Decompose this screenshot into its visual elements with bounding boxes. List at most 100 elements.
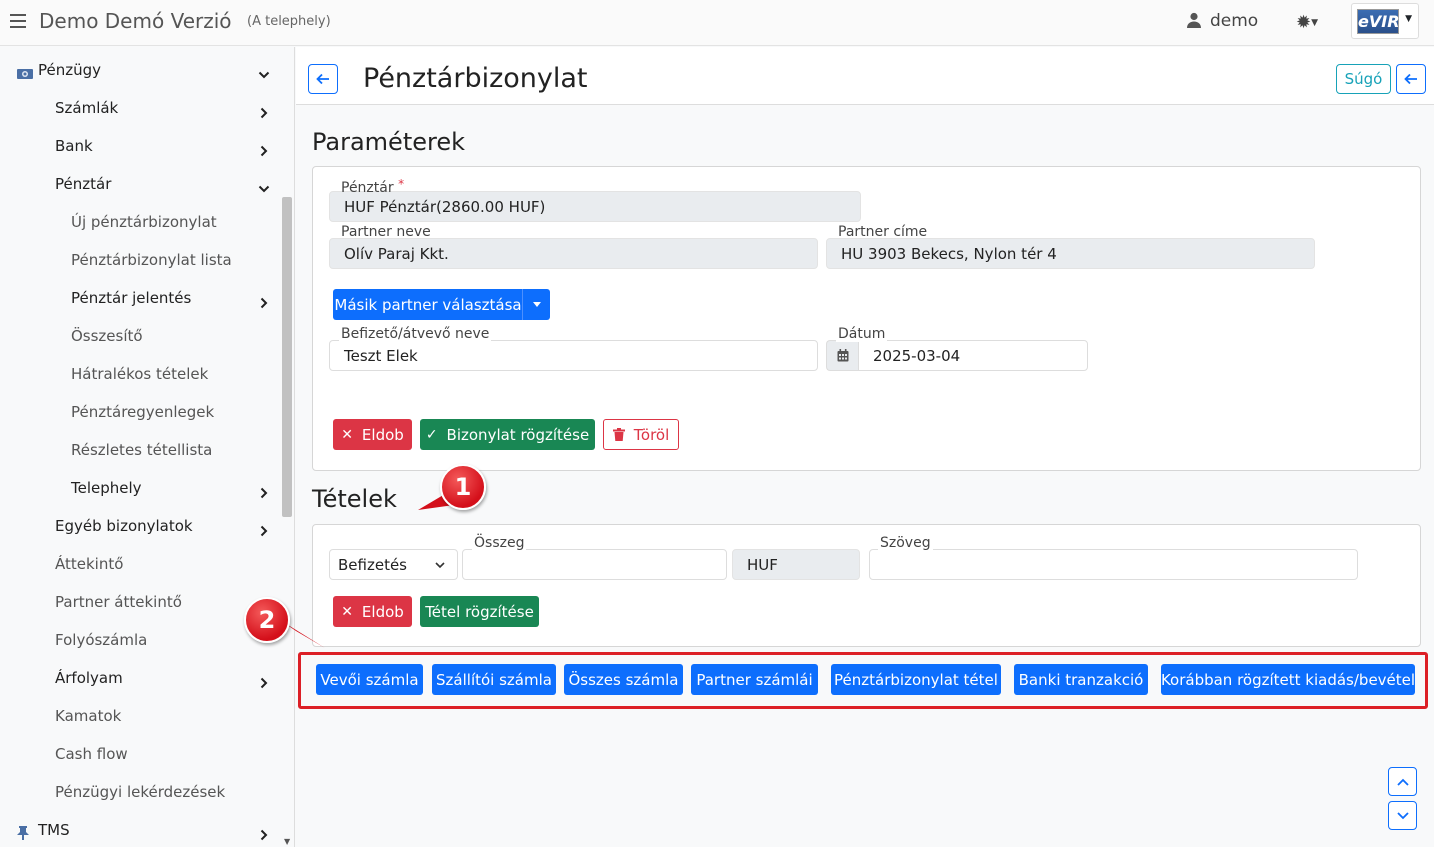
amount-input[interactable]: [462, 549, 727, 580]
sidebar-item[interactable]: Pénztárbizonylat lista: [71, 251, 232, 269]
sidebar-item-label: Partner áttekintő: [55, 593, 182, 611]
caret-down-icon: ▼: [1405, 14, 1412, 24]
menu-icon[interactable]: [10, 14, 26, 28]
sidebar-item[interactable]: Bank: [55, 137, 93, 155]
sidebar-item[interactable]: Kamatok: [55, 707, 121, 725]
item-save-button[interactable]: Tétel rögzítése: [420, 596, 539, 627]
sidebar-item-label: Cash flow: [55, 745, 128, 763]
back-button-right[interactable]: [1396, 64, 1426, 94]
penztar-select[interactable]: HUF Pénztár(2860.00 HUF): [329, 191, 861, 222]
help-button[interactable]: Súgó: [1336, 64, 1391, 94]
scroll-down-arrow-icon[interactable]: ▼: [284, 837, 290, 846]
user-menu[interactable]: demo: [1186, 11, 1258, 31]
sidebar-item[interactable]: Pénztár: [55, 175, 111, 193]
back-button[interactable]: [308, 64, 338, 94]
sidebar-item-label: Pénztárbizonylat lista: [71, 251, 232, 269]
chevron-down-icon[interactable]: [258, 180, 270, 193]
x-icon: ✕: [341, 426, 353, 443]
chevron-right-icon[interactable]: [258, 826, 270, 841]
currency-field: HUF: [732, 549, 860, 580]
partner-address-label: Partner címe: [838, 224, 928, 240]
sidebar-item[interactable]: Árfolyam: [55, 669, 123, 687]
chevron-right-icon[interactable]: [258, 104, 270, 119]
step-marker-2: 2: [244, 597, 290, 643]
partner-address-field: HU 3903 Bekecs, Nylon tér 4: [826, 238, 1315, 269]
payer-name-label: Befizető/átvevő neve: [339, 326, 492, 342]
other-partner-button[interactable]: Másik partner választása: [333, 289, 523, 320]
item-type-select[interactable]: Befizetés: [329, 549, 458, 580]
sidebar-item[interactable]: Pénztár jelentés: [71, 289, 191, 307]
sidebar-item[interactable]: Új pénztárbizonylat: [71, 213, 217, 231]
sidebar-item-label: Pénztár: [55, 175, 112, 193]
save-document-label: Bizonylat rögzítése: [446, 425, 590, 444]
sidebar-item-label: Hátralékos tételek: [71, 365, 209, 383]
item-type-value: Befizetés: [338, 556, 407, 574]
chevron-down-icon[interactable]: [258, 66, 270, 79]
delete-label: Töröl: [633, 425, 670, 444]
payer-name-input[interactable]: Teszt Elek: [329, 340, 818, 371]
pin-icon: [17, 825, 33, 840]
step-marker-1: 1: [440, 464, 486, 510]
sidebar-item-label: Részletes tétellista: [71, 441, 213, 459]
sidebar-item[interactable]: TMS: [38, 821, 70, 839]
chevron-down-icon: [435, 562, 445, 569]
sidebar-item[interactable]: Összesítő: [71, 327, 143, 345]
params-section-title: Paraméterek: [312, 128, 465, 156]
penztar-label: Pénztár *: [341, 177, 405, 196]
sidebar-item[interactable]: Részletes tétellista: [71, 441, 212, 459]
sidebar-item[interactable]: Pénzügyi lekérdezések: [55, 783, 225, 801]
delete-button[interactable]: Töröl: [603, 419, 679, 450]
user-icon: [1187, 12, 1201, 28]
caret-down-icon: [532, 302, 541, 307]
arrow-left-icon: [1404, 73, 1417, 85]
date-input[interactable]: 2025-03-04: [858, 340, 1088, 371]
chevron-up-icon: [1396, 778, 1409, 786]
settings-menu[interactable]: ✹▼: [1296, 12, 1318, 33]
scroll-up-button[interactable]: [1388, 767, 1417, 796]
partner-name-field: Olív Paraj Kkt.: [329, 238, 818, 269]
sidebar-item[interactable]: Telephely: [71, 479, 142, 497]
chevron-right-icon[interactable]: [258, 674, 270, 689]
amount-label: Összeg: [472, 535, 527, 551]
sidebar-item[interactable]: Folyószámla: [55, 631, 147, 649]
partner-name-label: Partner neve: [341, 224, 431, 240]
sidebar-item[interactable]: Partner áttekintő: [55, 593, 182, 611]
sidebar-item[interactable]: Áttekintő: [55, 555, 123, 573]
calendar-icon[interactable]: [826, 340, 858, 371]
discard-button[interactable]: ✕ Eldob: [333, 419, 412, 450]
sidebar-item[interactable]: Hátralékos tételek: [71, 365, 208, 383]
x-icon: ✕: [341, 603, 353, 620]
sidebar-item[interactable]: Egyéb bizonylatok: [55, 517, 193, 535]
sidebar-item[interactable]: Cash flow: [55, 745, 128, 763]
chevron-right-icon[interactable]: [258, 142, 270, 157]
text-label: Szöveg: [878, 535, 933, 551]
sidebar-item-label: Folyószámla: [55, 631, 148, 649]
sidebar-item[interactable]: Számlák: [55, 99, 118, 117]
scroll-down-button[interactable]: [1388, 801, 1417, 830]
page-header: Pénztárbizonylat Súgó: [296, 47, 1434, 105]
sidebar-item[interactable]: Pénztáregyenlegek: [71, 403, 214, 421]
top-navbar: Demo Demó Verzió (A telephely) demo ✹▼ e…: [0, 0, 1434, 46]
text-input[interactable]: [869, 549, 1358, 580]
discard-label: Eldob: [361, 425, 404, 444]
chevron-right-icon[interactable]: [258, 294, 270, 309]
app-logo-menu[interactable]: eVIR ▼: [1351, 3, 1419, 39]
sidebar-item-label: Pénztár jelentés: [71, 289, 192, 307]
sidebar-item[interactable]: Pénzügy: [38, 61, 101, 79]
sidebar-item-label: Kamatok: [55, 707, 122, 725]
sidebar-item-label: Összesítő: [71, 327, 143, 345]
item-discard-button[interactable]: ✕ Eldob: [333, 596, 412, 627]
trash-icon: [612, 428, 625, 441]
sidebar-item-label: Áttekintő: [55, 555, 124, 573]
other-partner-dropdown-toggle[interactable]: [522, 289, 550, 320]
page-title: Pénztárbizonylat: [363, 63, 588, 94]
save-document-button[interactable]: ✓ Bizonylat rögzítése: [420, 419, 595, 450]
chevron-right-icon[interactable]: [258, 484, 270, 499]
sidebar-scrollbar[interactable]: [282, 197, 292, 517]
chevron-right-icon[interactable]: [258, 522, 270, 537]
items-section-title: Tételek: [312, 485, 397, 513]
money-icon: [17, 65, 33, 79]
sidebar-item-label: Pénztáregyenlegek: [71, 403, 215, 421]
arrow-left-icon: [316, 73, 329, 85]
sidebar-item-label: Árfolyam: [55, 669, 123, 687]
